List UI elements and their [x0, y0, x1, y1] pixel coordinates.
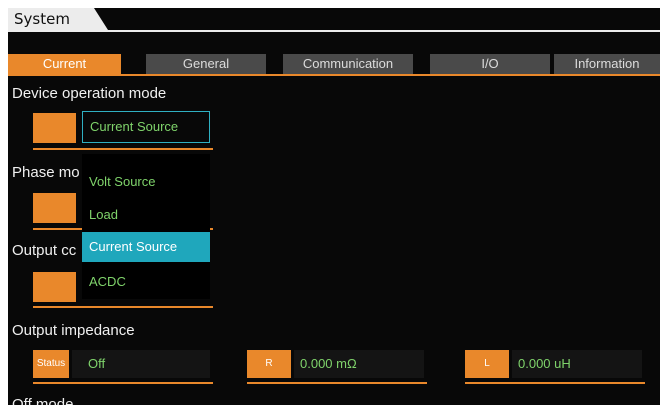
output-control-button[interactable]	[33, 272, 76, 302]
output-control-underline	[33, 306, 213, 308]
off-mode-label: Off mode	[12, 396, 74, 405]
device-mode-dropdown: Volt Source Load Current Source ACDC	[82, 154, 210, 299]
status-value: Off	[88, 356, 106, 371]
tab-information[interactable]: Information	[554, 54, 660, 74]
l-underline	[465, 382, 645, 384]
device-mode-select[interactable]: Current Source	[82, 111, 210, 143]
dropdown-option-current-source[interactable]: Current Source	[82, 232, 210, 262]
title-divider	[8, 30, 660, 32]
tab-underline	[8, 74, 660, 76]
output-impedance-label: Output impedance	[12, 322, 135, 339]
status-button[interactable]: Status	[33, 350, 69, 378]
system-title-tab[interactable]: System	[8, 8, 108, 30]
dropdown-option-acdc[interactable]: ACDC	[82, 267, 210, 297]
device-mode-underline	[33, 148, 213, 150]
l-button[interactable]: L	[465, 350, 509, 378]
system-title-label: System	[14, 10, 70, 28]
r-button[interactable]: R	[247, 350, 291, 378]
r-value: 0.000 mΩ	[300, 356, 357, 371]
status-underline	[33, 382, 213, 384]
dropdown-option-volt-source[interactable]: Volt Source	[82, 167, 210, 197]
dropdown-option-load[interactable]: Load	[82, 200, 210, 230]
output-control-label: Output cc	[12, 242, 77, 259]
system-screen: System Current General Communication I/O…	[8, 8, 660, 405]
phase-mode-button[interactable]	[33, 193, 76, 223]
device-operation-mode-label: Device operation mode	[12, 85, 167, 102]
tab-current[interactable]: Current	[8, 54, 121, 74]
l-value: 0.000 uH	[518, 356, 571, 371]
tab-general[interactable]: General	[146, 54, 266, 74]
device-mode-button[interactable]	[33, 113, 76, 143]
phase-mode-label: Phase mo	[12, 164, 80, 181]
tab-communication[interactable]: Communication	[283, 54, 413, 74]
tab-io[interactable]: I/O	[430, 54, 550, 74]
tab-bar: Current General Communication I/O Inform…	[8, 54, 660, 74]
r-underline	[247, 382, 427, 384]
